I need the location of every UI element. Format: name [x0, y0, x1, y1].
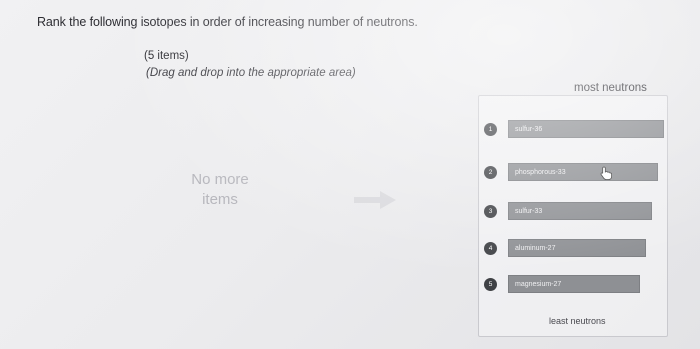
source-empty-line-2: items: [202, 191, 238, 208]
source-empty-line-1: No more: [191, 171, 249, 188]
most-neutrons-label: most neutrons: [574, 82, 647, 94]
rank-number: 2: [484, 166, 497, 179]
ranked-item-aluminum-27[interactable]: aluminum-27: [508, 239, 646, 257]
items-count: (5 items): [144, 50, 189, 62]
instruction-text: (Drag and drop into the appropriate area…: [146, 67, 356, 79]
rank-number: 3: [484, 205, 497, 218]
rank-number: 4: [484, 242, 497, 255]
ranked-item-sulfur-33[interactable]: sulfur-33: [508, 202, 652, 220]
rank-number: 1: [484, 123, 497, 136]
arrow-right-icon: [354, 191, 396, 209]
least-neutrons-label: least neutrons: [549, 316, 606, 326]
ranked-item-phosphorous-33[interactable]: phosphorous-33: [508, 163, 658, 181]
ranked-item-sulfur-36[interactable]: sulfur-36: [508, 120, 664, 138]
hand-cursor-icon: [600, 166, 612, 180]
ranked-item-magnesium-27[interactable]: magnesium-27: [508, 275, 640, 293]
rank-number: 5: [484, 278, 497, 291]
source-drop-area[interactable]: No more items: [150, 170, 290, 230]
question-text: Rank the following isotopes in order of …: [37, 15, 418, 29]
